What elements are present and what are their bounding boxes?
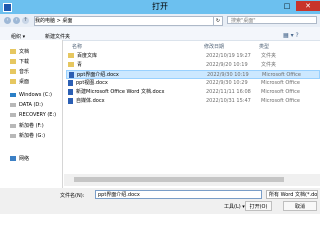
- column-date[interactable]: 修改日期: [204, 43, 224, 50]
- toolbar: 组织 ▾ 新建文件夹 ▦ ▾ ?: [0, 27, 320, 41]
- list-item[interactable]: 百度文库 2022/10/19 19:27 文件夹: [66, 52, 320, 61]
- nav-item-downloads[interactable]: 下载: [10, 58, 29, 65]
- dialog-footer: 文件名(N): ppt界面介绍.docx 所有 Word 文档(*.docx;*…: [0, 188, 320, 214]
- column-type[interactable]: 类型: [259, 43, 269, 50]
- tools-menu[interactable]: 工具(L) ▾: [224, 203, 245, 210]
- close-button[interactable]: ✕: [296, 1, 320, 11]
- cancel-button[interactable]: 取消: [283, 201, 317, 211]
- list-item-selected[interactable]: ppt界面介绍.docx 2022/9/30 10:19 Microsoft O…: [66, 70, 320, 79]
- filename-label: 文件名(N):: [60, 193, 85, 199]
- window-title: 打开: [152, 2, 168, 11]
- column-name[interactable]: 名称: [72, 43, 82, 50]
- word-document-icon: [68, 88, 73, 95]
- list-item[interactable]: 自媒体.docx 2022/10/31 15:47 Microsoft Offi…: [66, 97, 320, 106]
- refresh-button[interactable]: ↻: [213, 16, 223, 26]
- nav-item-desktop[interactable]: 桌面: [10, 78, 29, 85]
- list-item[interactable]: ppt视图.docx 2022/9/30 10:29 Microsoft Off…: [66, 79, 320, 88]
- file-list: 百度文库 2022/10/19 19:27 文件夹 青 2022/9/20 10…: [64, 52, 320, 152]
- list-item[interactable]: 青 2022/9/20 10:19 文件夹: [66, 61, 320, 70]
- word-document-icon: [68, 79, 73, 86]
- search-input[interactable]: 搜索"桌面": [227, 16, 317, 24]
- file-list-header: 名称 修改日期 类型: [64, 43, 320, 52]
- address-input[interactable]: 我的电脑 > 桌面: [34, 16, 214, 26]
- forward-button[interactable]: ›: [13, 17, 20, 24]
- nav-item-music[interactable]: 音乐: [10, 68, 29, 75]
- nav-item-documents[interactable]: 文档: [10, 48, 29, 55]
- new-folder-button[interactable]: 新建文件夹: [45, 33, 70, 40]
- filename-input[interactable]: ppt界面介绍.docx: [95, 190, 262, 199]
- word-document-icon: [68, 97, 73, 104]
- scrollbar-thumb[interactable]: [74, 177, 284, 182]
- nav-item-f-drive[interactable]: 新加卷 (F:): [10, 122, 44, 129]
- back-button[interactable]: ‹: [4, 17, 11, 24]
- address-bar: ‹ › ↑ 我的电脑 > 桌面 ↻ 搜索"桌面": [0, 14, 320, 27]
- up-button[interactable]: ↑: [22, 17, 29, 24]
- maximize-button[interactable]: □: [280, 1, 294, 11]
- organize-button[interactable]: 组织 ▾: [11, 33, 25, 40]
- folder-icon: [68, 53, 74, 58]
- filetype-select[interactable]: 所有 Word 文档(*.docx;*.docm;*: [266, 190, 318, 199]
- horizontal-scrollbar[interactable]: [64, 174, 320, 186]
- open-button[interactable]: 打开(O): [245, 201, 272, 211]
- view-options-icon[interactable]: ▦ ▾ ?: [283, 32, 299, 39]
- word-document-icon: [69, 71, 74, 78]
- title-bar: 打开 □ ✕: [0, 0, 320, 14]
- nav-item-g-drive[interactable]: 新加卷 (G:): [10, 132, 45, 139]
- nav-item-d-drive[interactable]: DATA (D:): [10, 102, 43, 108]
- navigation-pane: 文档 下载 音乐 桌面 Windows (C:) DATA (D:) RECOV…: [0, 40, 63, 188]
- folder-icon: [68, 62, 74, 67]
- nav-item-e-drive[interactable]: RECOVERY (E:): [10, 112, 56, 118]
- nav-item-c-drive[interactable]: Windows (C:): [10, 92, 52, 98]
- list-item[interactable]: 新建Microsoft Office Word 文档.docx 2022/11/…: [66, 88, 320, 97]
- nav-item-network[interactable]: 网络: [10, 155, 29, 162]
